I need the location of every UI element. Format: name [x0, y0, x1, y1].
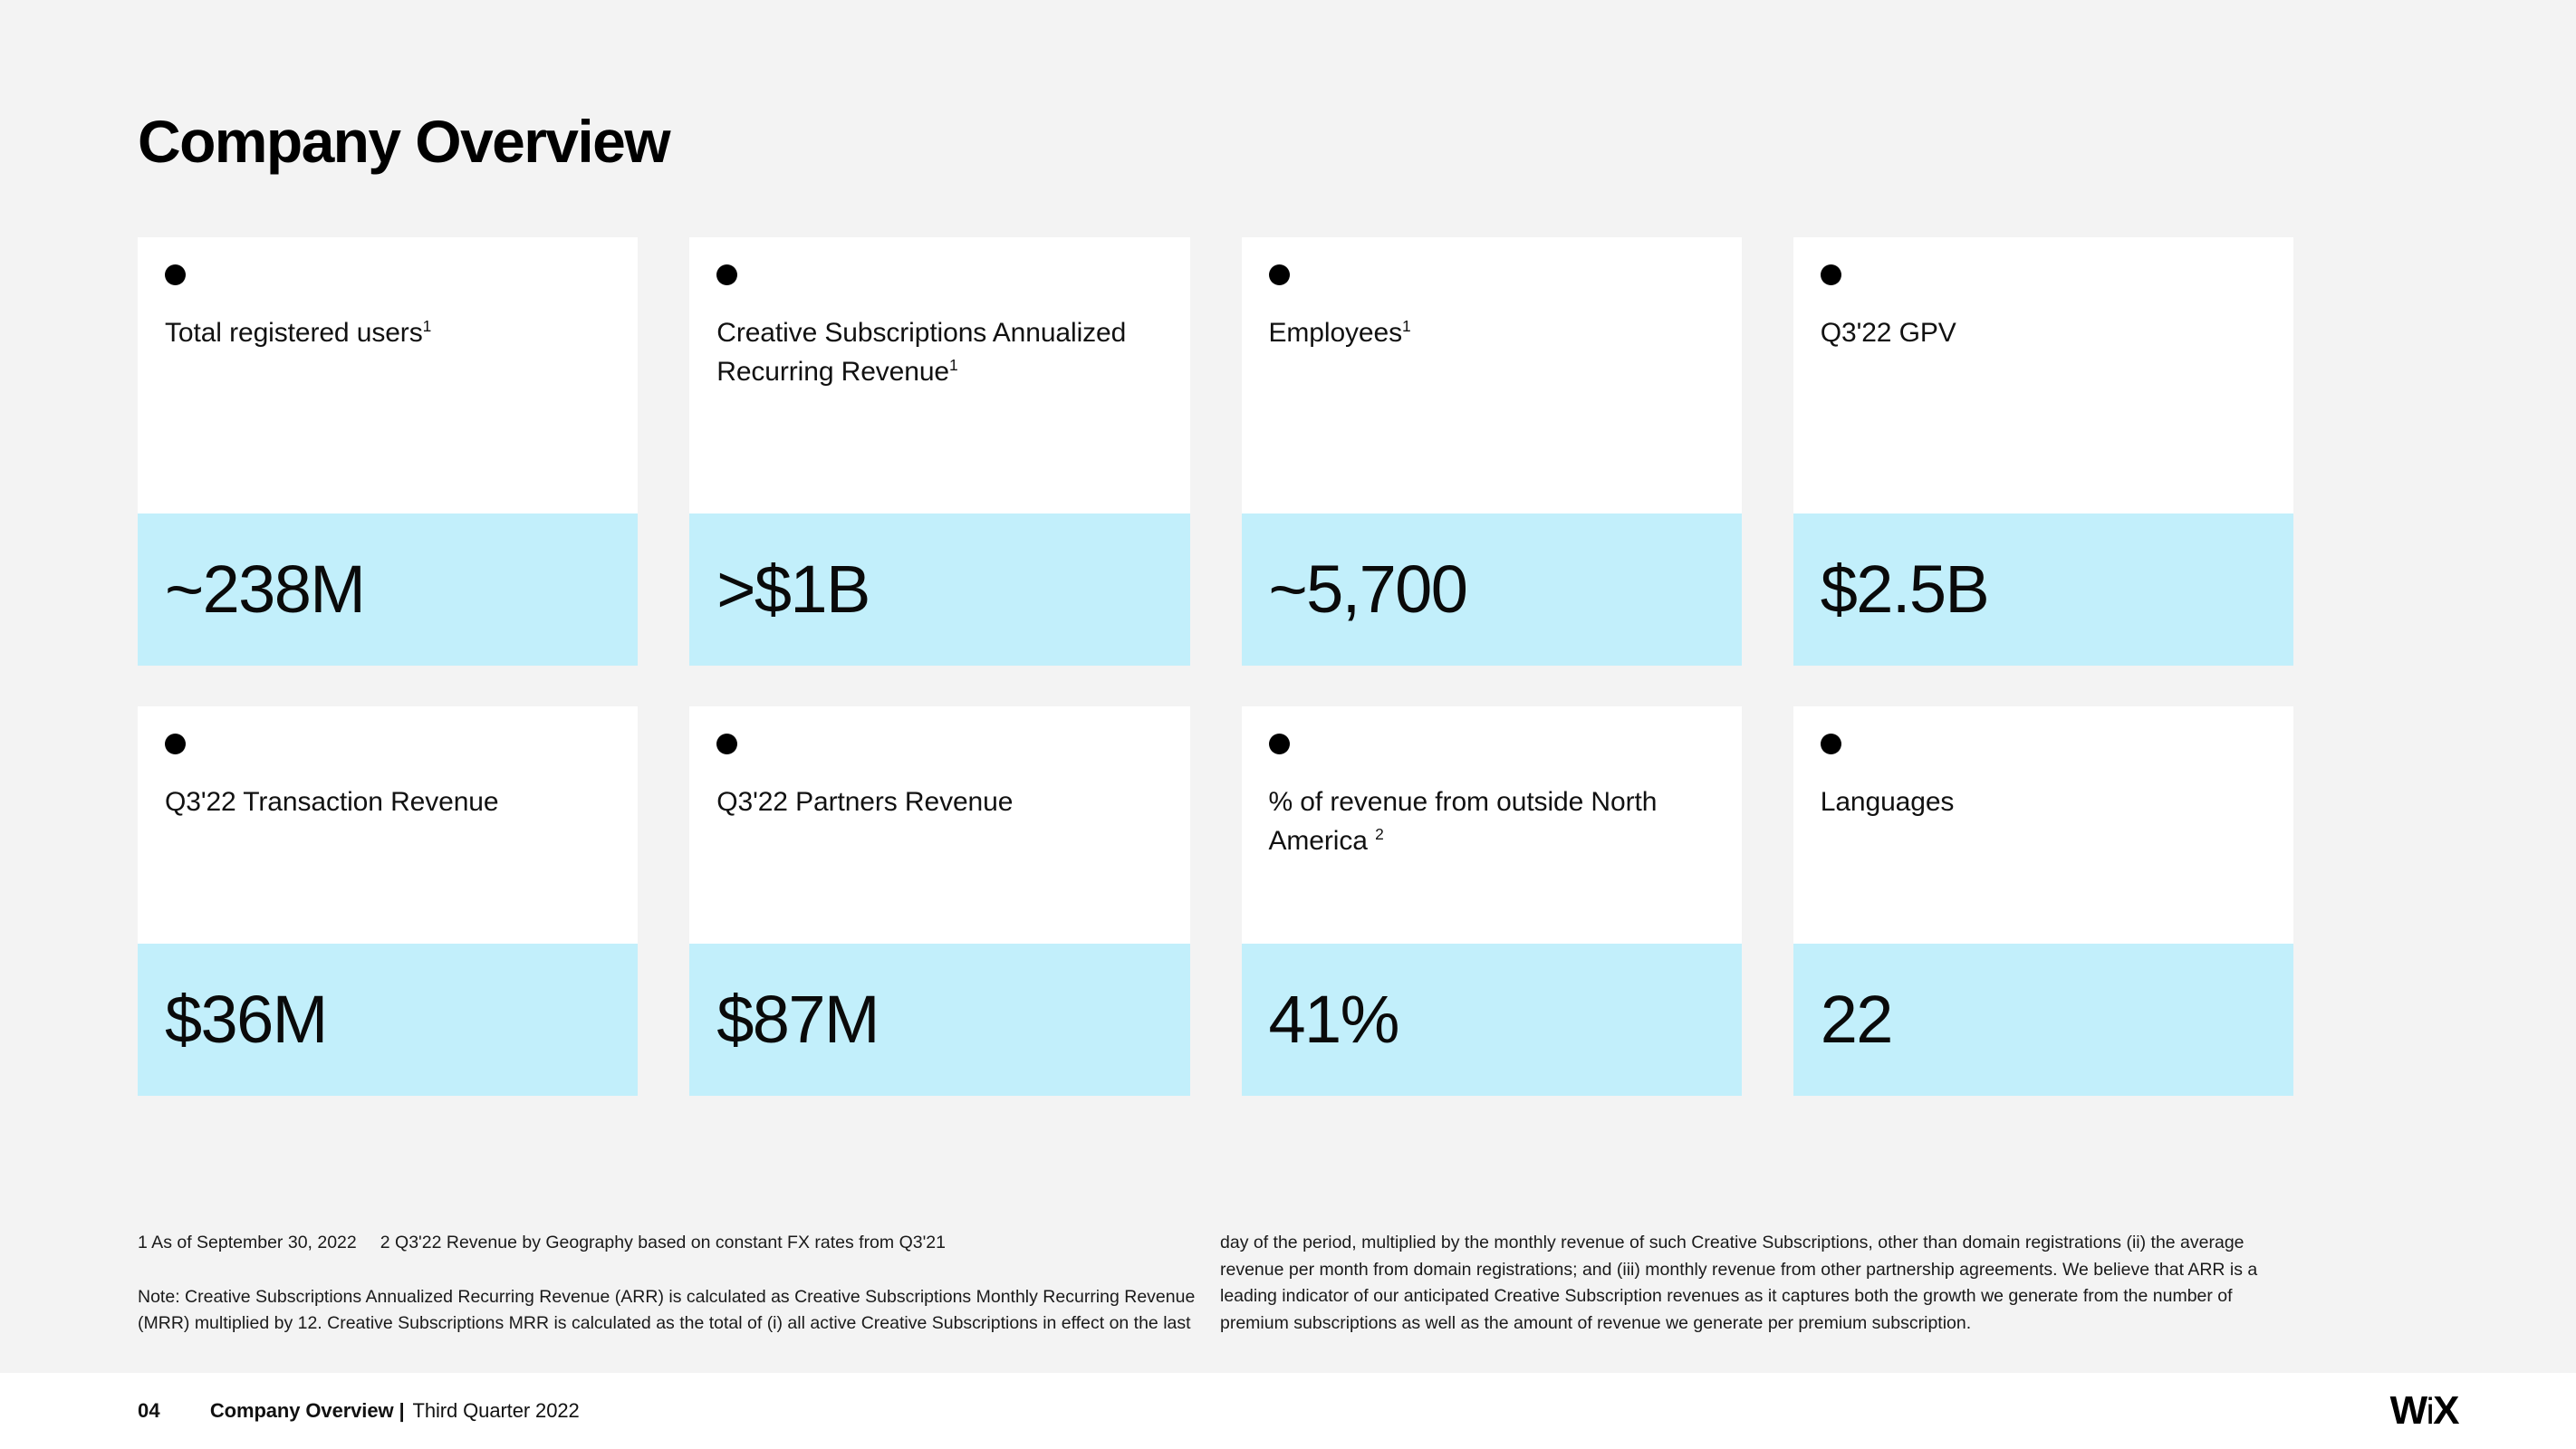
bullet-dot-icon [716, 734, 738, 754]
metric-label-text: Employees [1268, 318, 1403, 348]
footnote-note-left: Note: Creative Subscriptions Annualized … [138, 1286, 1196, 1334]
metric-card-label: Q3'22 Transaction Revenue [165, 783, 614, 822]
wix-letter-w: W [2389, 1388, 2428, 1433]
metric-card-header: Q3'22 Transaction Revenue [138, 706, 639, 944]
footnote-marker: 1 [422, 317, 432, 335]
bullet-dot-icon [165, 734, 186, 754]
metric-value: $36M [165, 982, 328, 1057]
footnote-references: 1 As of September 30, 2022 2 Q3'22 Revenu… [138, 1230, 1220, 1257]
metric-value: ~238M [165, 552, 366, 627]
footnote-ref-1: 1 As of September 30, 2022 [138, 1233, 357, 1252]
metric-card: % of revenue from outside North America … [1241, 706, 1742, 1096]
metric-card-label: Q3'22 Partners Revenue [716, 783, 1166, 822]
wix-wordmark: WiX [2389, 1388, 2460, 1433]
bullet-dot-icon [1820, 734, 1841, 754]
footer-quarter-label: Third Quarter 2022 [412, 1399, 580, 1422]
metric-card-header: Q3'22 Partners Revenue [689, 706, 1190, 944]
footnote-marker: 2 [1375, 824, 1384, 843]
metric-label-text: Creative Subscriptions Annualized Recurr… [716, 318, 1127, 387]
metric-value-band: ~238M [138, 513, 639, 666]
metric-value-band: $2.5B [1793, 513, 2293, 666]
wix-logo: WiX [2389, 1388, 2460, 1433]
metric-card-label: % of revenue from outside North America … [1269, 783, 1718, 860]
footnotes-section: 1 As of September 30, 2022 2 Q3'22 Revenu… [138, 1230, 2302, 1338]
metric-value: 41% [1268, 982, 1400, 1057]
metric-card-header: Creative Subscriptions Annualized Recurr… [689, 237, 1190, 513]
metric-card: Creative Subscriptions Annualized Recurr… [689, 237, 1190, 666]
metric-card-label: Total registered users1 [165, 314, 614, 353]
slide-footer: 04 Company Overview | Third Quarter 2022… [0, 1373, 2576, 1449]
footnote-note-right: day of the period, multiplied by the mon… [1220, 1233, 2258, 1333]
wix-letter-x: X [2433, 1388, 2459, 1433]
page-title: Company Overview [138, 108, 671, 175]
metric-label-text: Q3'22 Partners Revenue [716, 787, 1014, 817]
metrics-card-grid: Total registered users1 ~238M Creative S… [138, 237, 2293, 1096]
metric-value-band: ~5,700 [1241, 513, 1742, 666]
metric-card: Employees1 ~5,700 [1241, 237, 1742, 666]
footer-deck-name: Company Overview | [209, 1399, 405, 1422]
footnotes-right-column: day of the period, multiplied by the mon… [1220, 1230, 2302, 1338]
metric-label-text: Q3'22 GPV [1820, 318, 1956, 348]
bullet-dot-icon [716, 264, 738, 285]
metric-card-header: % of revenue from outside North America … [1241, 706, 1742, 944]
metric-card-header: Languages [1793, 706, 2293, 944]
slide-company-overview: Company Overview Total registered users1… [0, 0, 2576, 1449]
metric-card-label: Q3'22 GPV [1821, 314, 2270, 353]
bullet-dot-icon [1268, 264, 1290, 285]
footnote-ref-2: 2 Q3'22 Revenue by Geography based on co… [380, 1233, 946, 1252]
metric-card: Q3'22 Partners Revenue $87M [689, 706, 1190, 1096]
page-number: 04 [138, 1399, 160, 1422]
metric-value-band: $87M [689, 944, 1190, 1096]
metric-card: Q3'22 Transaction Revenue $36M [138, 706, 639, 1096]
footnote-marker: 1 [949, 355, 958, 374]
bullet-dot-icon [165, 264, 186, 285]
wix-letter-i: i [2426, 1390, 2435, 1432]
metric-label-text: Total registered users [165, 318, 423, 348]
metric-value-band: >$1B [689, 513, 1190, 666]
bullet-dot-icon [1268, 734, 1290, 754]
metric-card-header: Total registered users1 [138, 237, 639, 513]
footnote-marker: 1 [1402, 317, 1411, 335]
metric-card-header: Q3'22 GPV [1793, 237, 2293, 513]
footer-left-group: 04 Company Overview | Third Quarter 2022 [138, 1399, 580, 1423]
metric-card-label: Employees1 [1269, 314, 1718, 353]
metric-label-text: Languages [1820, 787, 1955, 817]
metric-value: 22 [1820, 982, 1894, 1057]
footer-inner: 04 Company Overview | Third Quarter 2022… [0, 1373, 2576, 1449]
metric-card: Languages 22 [1793, 706, 2293, 1096]
metric-label-text: % of revenue from outside North America [1268, 787, 1658, 856]
metric-value: >$1B [716, 552, 870, 627]
metric-value: $2.5B [1820, 552, 1990, 627]
metric-card: Q3'22 GPV $2.5B [1793, 237, 2293, 666]
metric-card-header: Employees1 [1241, 237, 1742, 513]
metric-label-text: Q3'22 Transaction Revenue [165, 787, 499, 817]
metric-card-label: Languages [1821, 783, 2270, 822]
metric-value-band: 22 [1793, 944, 2293, 1096]
metric-card-label: Creative Subscriptions Annualized Recurr… [716, 314, 1166, 391]
bullet-dot-icon [1820, 264, 1841, 285]
metric-value: ~5,700 [1268, 552, 1468, 627]
metric-value: $87M [716, 982, 879, 1057]
footnotes-left-column: 1 As of September 30, 2022 2 Q3'22 Revenu… [138, 1230, 1220, 1338]
metric-card: Total registered users1 ~238M [138, 237, 639, 666]
metric-value-band: $36M [138, 944, 639, 1096]
metric-value-band: 41% [1241, 944, 1742, 1096]
